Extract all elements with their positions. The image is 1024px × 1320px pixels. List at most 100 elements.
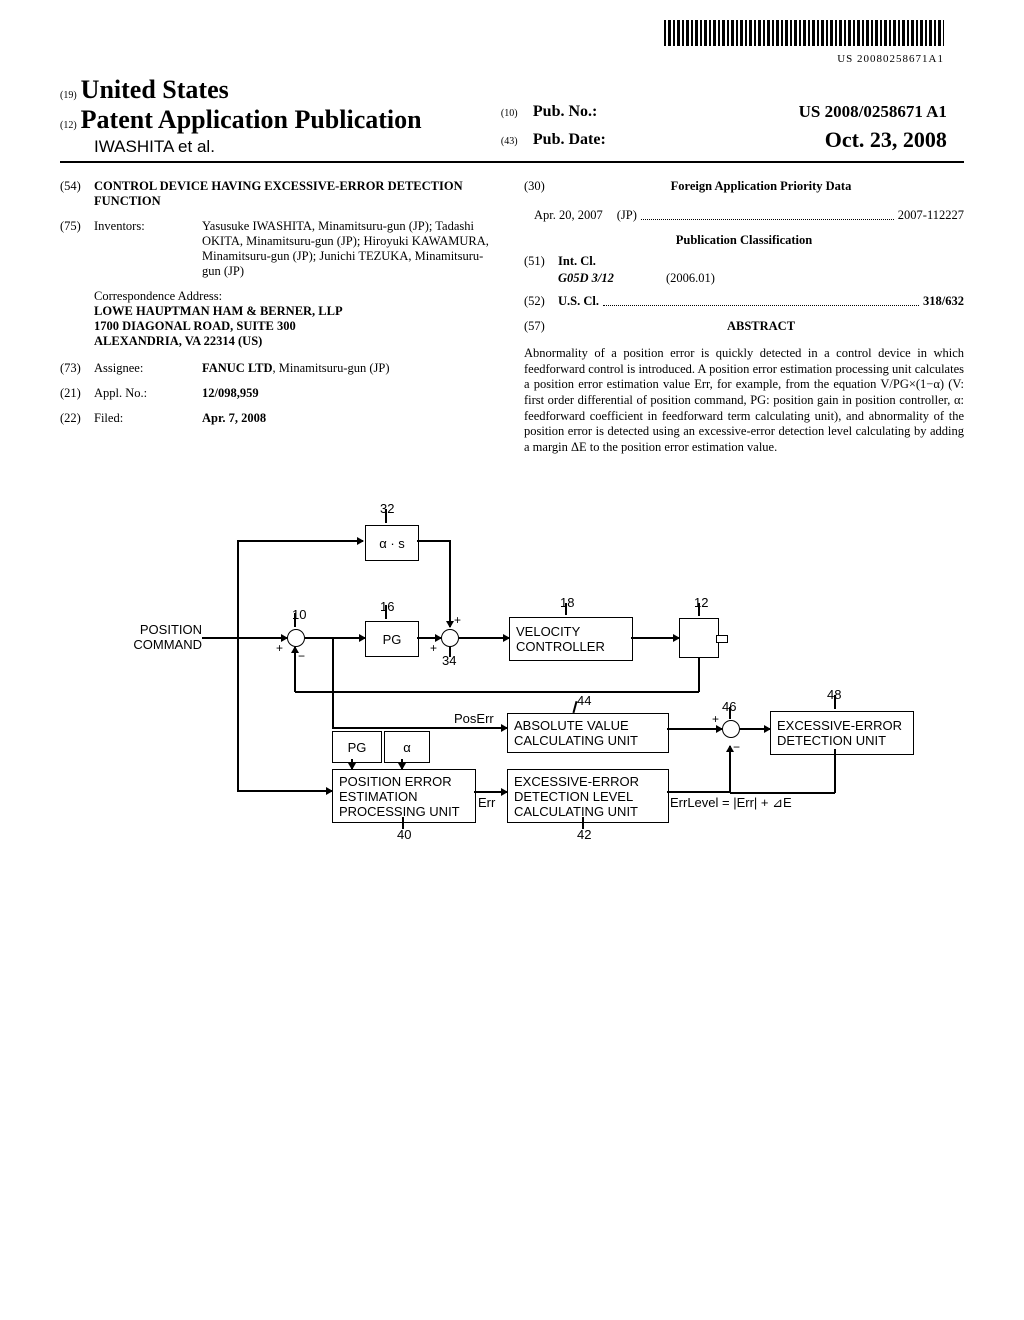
correspondence-block: Correspondence Address: LOWE HAUPTMAN HA… [94,289,500,349]
correspondence-line3: ALEXANDRIA, VA 22314 (US) [94,334,500,349]
intcl-detail: G05D 3/12 (2006.01) [558,271,964,286]
inventors-value: Yasusuke IWASHITA, Minamitsuru-gun (JP);… [202,219,500,279]
box-err-detect: EXCESSIVE-ERROR DETECTION UNIT [770,711,914,755]
line-fb-left [295,691,699,693]
ref-44: 44 [577,693,591,708]
line-fb-up [294,647,296,692]
line-formula-h [730,792,835,794]
sum-node-46 [722,720,740,738]
inventors-row: (75) Inventors: Yasusuke IWASHITA, Minam… [60,219,500,279]
line-poserr-right [332,727,507,729]
abstract-text: Abnormality of a position error is quick… [524,346,964,455]
leader-dots [603,294,919,306]
line-44-out [667,728,722,730]
leader-40 [402,817,404,829]
line-to-48 [740,728,770,730]
correspondence-label: Correspondence Address: [94,289,500,304]
sum-node-10 [287,629,305,647]
barcode-graphic [664,20,944,46]
errlevel-formula: ErrLevel = |Err| + ⊿E [670,795,792,811]
code-73: (73) [60,361,94,376]
filed-label: Filed: [94,411,202,426]
line-poserr-down [332,637,334,727]
intcl-row: (51) Int. Cl. [524,254,964,269]
line-input-down [237,637,239,791]
uscl-row: (52) U.S. Cl. 318/632 [524,294,964,309]
code-12: (12) [60,120,77,131]
leader-42 [582,817,584,829]
pubno-label: Pub. No.: [533,103,597,120]
leader-16 [385,605,387,619]
left-column: (54) CONTROL DEVICE HAVING EXCESSIVE-ERR… [60,179,500,455]
header-info-table: (10) Pub. No.: US 2008/0258671 A1 (43) P… [498,99,950,157]
leader-dots [641,208,894,220]
barcode-text: US 20080258671A1 [60,53,944,65]
intcl-date: (2006.01) [666,271,715,286]
input-label: POSITION COMMAND [122,623,202,652]
code-19: (19) [60,90,77,101]
publication-type: Patent Application Publication [81,105,422,134]
foreign-country: (JP) [617,208,637,223]
header-right: (10) Pub. No.: US 2008/0258671 A1 (43) P… [498,99,950,157]
code-54: (54) [60,179,94,209]
box-pos-err-est: POSITION ERROR ESTIMATION PROCESSING UNI… [332,769,476,823]
pub-class-heading: Publication Classification [524,233,964,248]
assignee-row: (73) Assignee: FANUC LTD, Minamitsuru-gu… [60,361,500,376]
ref-12: 12 [694,595,708,610]
leader-12 [698,603,700,616]
box-alpha-param: α [384,731,430,763]
applno-row: (21) Appl. No.: 12/098,959 [60,386,500,401]
abstract-heading: ABSTRACT [558,319,964,334]
line-formula-up [834,749,836,793]
sum-node-34 [441,629,459,647]
uscl-value: 318/632 [923,294,964,309]
line-42-out-v [729,746,731,792]
line-to-vc [459,637,509,639]
line-alpha-out [417,540,450,542]
correspondence-line1: LOWE HAUPTMAN HAM & BERNER, LLP [94,304,500,319]
ref-32: 32 [380,501,394,516]
foreign-date: Apr. 20, 2007 [534,208,603,223]
box-pg-param: PG [332,731,382,763]
line-input [202,637,287,639]
leader-46 [729,707,731,719]
code-51: (51) [524,254,558,269]
line-to-pg [305,637,365,639]
code-57: (57) [524,319,558,340]
pubdate-value: Oct. 23, 2008 [825,127,947,152]
title-row: (54) CONTROL DEVICE HAVING EXCESSIVE-ERR… [60,179,500,209]
code-21: (21) [60,386,94,401]
filed-value: Apr. 7, 2008 [202,411,266,425]
code-75: (75) [60,219,94,279]
line-pg-to-40 [351,759,353,769]
code-43: (43) [501,136,518,147]
leader-48 [834,695,836,709]
err-label: Err [478,795,495,810]
header-authors: IWASHITA et al. [94,137,494,157]
box-alpha-s: α · s [365,525,419,561]
line-branch-up [237,540,239,637]
line-to-alpha [237,540,363,542]
line-to-40 [237,790,332,792]
line-42-out-h [667,791,730,793]
leader-18 [565,603,567,615]
code-52: (52) [524,294,558,309]
block-diagram-figure: POSITION COMMAND 10 + − PG 16 α · s 32 +… [122,495,902,895]
ref-40: 40 [397,827,411,842]
inventors-label: Inventors: [94,219,202,279]
box-err-level-calc: EXCESSIVE-ERROR DETECTION LEVEL CALCULAT… [507,769,669,823]
line-to-motor [631,637,679,639]
code-10: (10) [501,108,518,119]
foreign-heading: Foreign Application Priority Data [558,179,964,194]
invention-title: CONTROL DEVICE HAVING EXCESSIVE-ERROR DE… [94,179,500,209]
inventors-text: Yasusuke IWASHITA, Minamitsuru-gun (JP);… [202,219,489,278]
code-30: (30) [524,179,558,200]
applno-label: Appl. No.: [94,386,202,401]
poserr-label: PosErr [454,711,494,726]
foreign-priority-row: Apr. 20, 2007 (JP) 2007-112227 [534,208,964,223]
header-left: (19) United States (12) Patent Applicati… [60,75,494,157]
ref-16: 16 [380,599,394,614]
filed-row: (22) Filed: Apr. 7, 2008 [60,411,500,426]
box-velocity-controller: VELOCITY CONTROLLER [509,617,633,661]
pubno-value: US 2008/0258671 A1 [799,102,947,121]
